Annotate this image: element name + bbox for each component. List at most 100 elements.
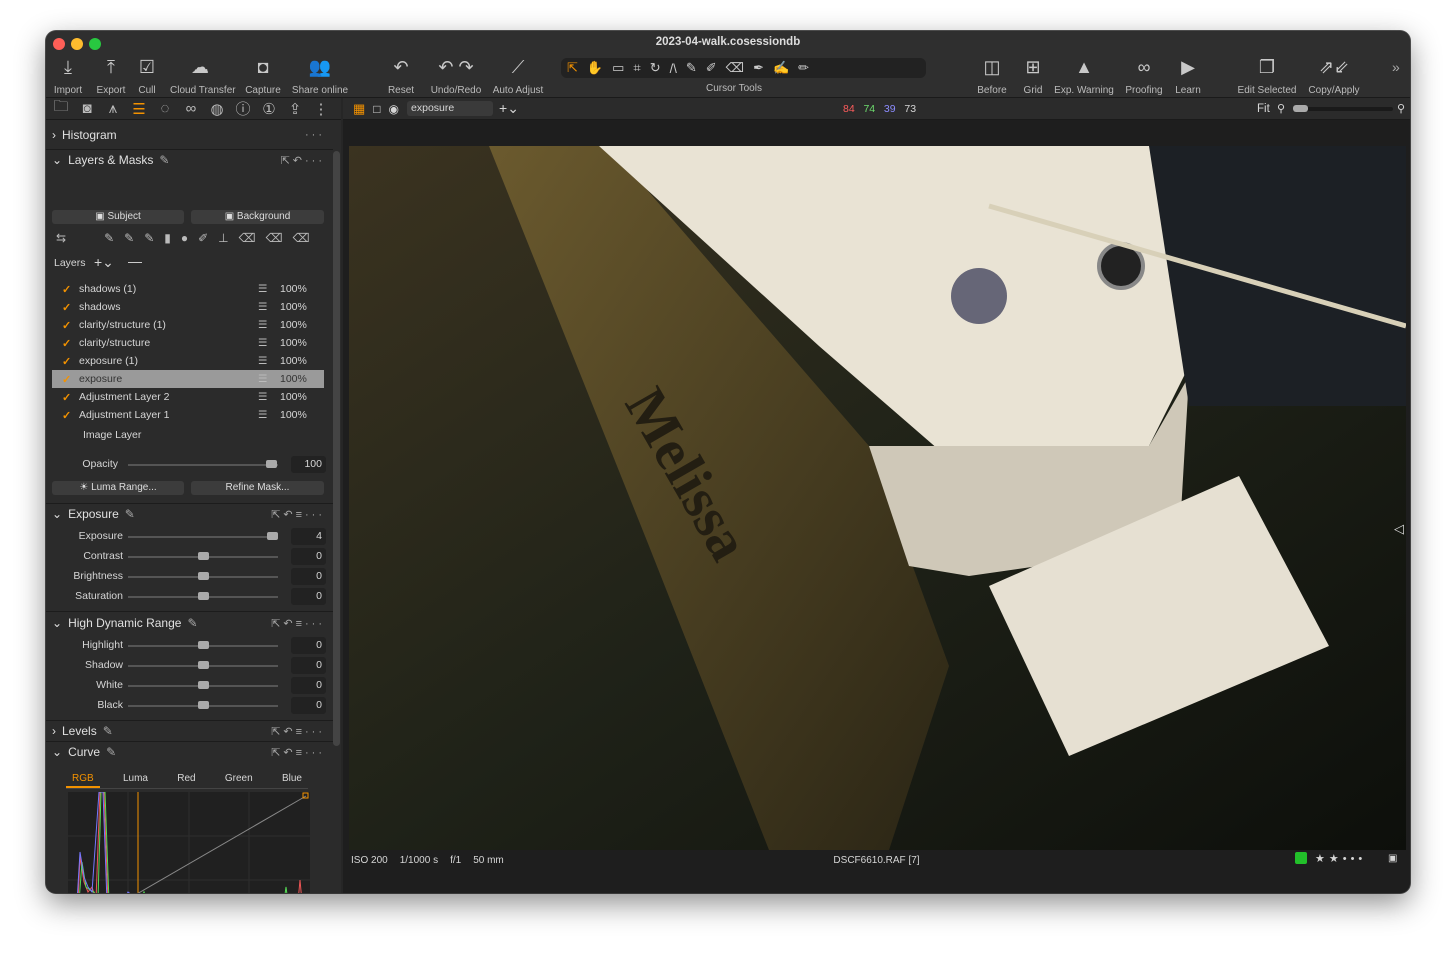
saturation-slider[interactable]: Saturation 0 (46, 587, 333, 607)
expand-panel-icon[interactable]: ◁ (1394, 521, 1404, 537)
keystone-icon[interactable]: /\ (670, 61, 677, 76)
refine-mask-button[interactable]: Refine Mask... (191, 481, 324, 495)
style-select[interactable]: exposure (407, 101, 494, 116)
layer-row[interactable]: ✓ Adjustment Layer 2 ☰ 100% (52, 388, 324, 406)
picker-icon[interactable]: ✎ (106, 745, 116, 759)
edit-selected-button[interactable]: ❐ Edit Selected (1237, 55, 1297, 96)
layer-checkbox[interactable]: ✓ (62, 355, 74, 368)
info-toggle-icon[interactable]: ▣ (1388, 853, 1397, 864)
layer-checkbox[interactable]: ✓ (62, 409, 74, 422)
shadow-slider[interactable]: Shadow 0 (46, 656, 333, 676)
metadata-tab-icon[interactable]: ⓘ (230, 98, 256, 119)
slider-track[interactable] (128, 536, 278, 538)
share-online-button[interactable]: 👥 Share online (290, 55, 350, 96)
layer-row[interactable]: ✓ Adjustment Layer 1 ☰ 100% (52, 406, 324, 424)
swap-icon[interactable]: ⇆ (56, 231, 66, 245)
slider-handle[interactable] (198, 701, 209, 709)
hdr-header[interactable]: ⌄ High Dynamic Range ✎ ⇱↶≡··· (46, 613, 333, 633)
star-rating[interactable]: ★★••• (1315, 852, 1366, 865)
exp-warning-button[interactable]: ▲ Exp. Warning (1054, 55, 1114, 96)
add-style-icon[interactable]: +⌄ (499, 100, 519, 117)
exposure-header[interactable]: ⌄ Exposure ✎ ⇱↶≡··· (46, 504, 333, 524)
curve-tab-luma[interactable]: Luma (117, 773, 154, 788)
layer-row[interactable]: ✓ shadows (1) ☰ 100% (52, 280, 324, 298)
brightness-slider[interactable]: Brightness 0 (46, 567, 333, 587)
picker-icon[interactable]: ✒ (753, 60, 764, 76)
magic-eraser-icon[interactable]: ⌫ (266, 231, 283, 245)
layer-checkbox[interactable]: ✓ (62, 301, 74, 314)
eraser-icon[interactable]: ⌫ (726, 60, 744, 76)
histogram-header[interactable]: › Histogram ··· (46, 125, 333, 145)
more-icon[interactable]: ⋮ (308, 100, 334, 118)
single-view-icon[interactable]: □ (373, 102, 380, 116)
layer-row[interactable]: ✓ clarity/structure ☰ 100% (52, 334, 324, 352)
slider-value[interactable]: 4 (291, 528, 326, 545)
layer-checkbox[interactable]: ✓ (62, 319, 74, 332)
undo-redo-button[interactable]: ↶ ↷ Undo/Redo (426, 55, 486, 96)
eraser-icon[interactable]: ⌫ (239, 231, 256, 245)
ai-brush-icon[interactable]: ✎ (144, 231, 154, 245)
opacity-value[interactable]: 100 (291, 456, 326, 473)
slider-handle[interactable] (198, 572, 209, 580)
layer-settings-icon[interactable]: ☰ (258, 355, 267, 367)
adjustments-tab-icon[interactable]: ☰ (126, 100, 152, 118)
magic-brush-icon[interactable]: ✎ (124, 231, 134, 245)
slider-value[interactable]: 0 (291, 657, 326, 674)
slider-handle[interactable] (198, 681, 209, 689)
multi-view-icon[interactable]: ▦ (353, 101, 365, 117)
opacity-slider[interactable]: Opacity 100 (46, 455, 333, 475)
radial-gradient-icon[interactable]: ● (181, 231, 188, 245)
slider-handle[interactable] (198, 661, 209, 669)
luma-range-button[interactable]: ☀ Luma Range... (52, 481, 184, 495)
slider-value[interactable]: 0 (291, 677, 326, 694)
levels-header[interactable]: › Levels ✎ ⇱↶≡··· (46, 721, 333, 741)
exposure-slider[interactable]: Exposure 4 (46, 527, 333, 547)
white-slider[interactable]: White 0 (46, 676, 333, 696)
image-layer[interactable]: Image Layer (83, 429, 141, 441)
curve-tab-blue[interactable]: Blue (276, 773, 308, 788)
slider-value[interactable]: 0 (291, 568, 326, 585)
cursor-tools[interactable]: ⇱ ✋ ▭ ⌗ ↻ /\ ✎ ✐ ⌫ ✒ ✍ ✏ (561, 58, 926, 78)
brush-icon[interactable]: ✎ (104, 231, 114, 245)
layer-settings-icon[interactable]: ☰ (258, 319, 267, 331)
opacity-track[interactable] (128, 464, 278, 466)
reset-button[interactable]: ↶ Reset (371, 55, 431, 96)
cull-button[interactable]: ☑ Cull (117, 55, 177, 96)
header-actions-icon[interactable]: ⇱↶≡··· (271, 746, 325, 759)
curve-tab-rgb[interactable]: RGB (66, 773, 100, 788)
loupe-icon[interactable]: ▭ (612, 60, 624, 76)
overflow-chevron-icon[interactable]: » (1392, 59, 1400, 75)
picker-icon[interactable]: ✎ (103, 724, 113, 738)
layer-checkbox[interactable]: ✓ (62, 373, 74, 386)
header-actions-icon[interactable]: ⇱↶≡··· (271, 617, 325, 630)
picker-icon[interactable]: ✎ (187, 616, 197, 630)
more-icon[interactable]: ··· (305, 129, 325, 141)
slider-value[interactable]: 0 (291, 588, 326, 605)
slider-handle[interactable] (198, 552, 209, 560)
linear-gradient-icon[interactable]: ▮ (164, 231, 171, 245)
eye-icon[interactable]: ◉ (389, 102, 399, 116)
rotate-icon[interactable]: ↻ (650, 60, 661, 76)
layer-row[interactable]: ✓ exposure (1) ☰ 100% (52, 352, 324, 370)
layers-masks-header[interactable]: ⌄ Layers & Masks ✎ ⇱↶··· (46, 150, 333, 170)
details-tab-icon[interactable]: ◍ (204, 100, 230, 118)
picker-icon[interactable]: ✎ (159, 153, 169, 167)
slider-handle[interactable] (198, 592, 209, 600)
header-actions-icon[interactable]: ⇱↶≡··· (271, 508, 325, 521)
header-actions-icon[interactable]: ⇱↶≡··· (271, 725, 325, 738)
layer-checkbox[interactable]: ✓ (62, 283, 74, 296)
output-tab-icon[interactable]: ⇪ (282, 100, 308, 118)
curve-graph[interactable] (68, 792, 310, 893)
curve-tab-red[interactable]: Red (171, 773, 201, 788)
background-button[interactable]: ▣ Background (191, 210, 324, 224)
add-layer-icon[interactable]: +⌄ (94, 254, 114, 271)
learn-button[interactable]: ▶ Learn (1158, 55, 1218, 96)
cloud-transfer-button[interactable]: ☁ Cloud Transfer (170, 55, 236, 96)
lens-tab-icon[interactable]: ⩚ (100, 100, 126, 117)
black-slider[interactable]: Black 0 (46, 696, 333, 716)
select-cursor-icon[interactable]: ⇱ (567, 60, 578, 76)
heal-icon[interactable]: ✐ (198, 231, 208, 245)
annotate-icon[interactable]: ✍ (773, 60, 789, 76)
library-tab-icon[interactable]: 🗀 (48, 96, 74, 121)
subject-button[interactable]: ▣ Subject (52, 210, 184, 224)
